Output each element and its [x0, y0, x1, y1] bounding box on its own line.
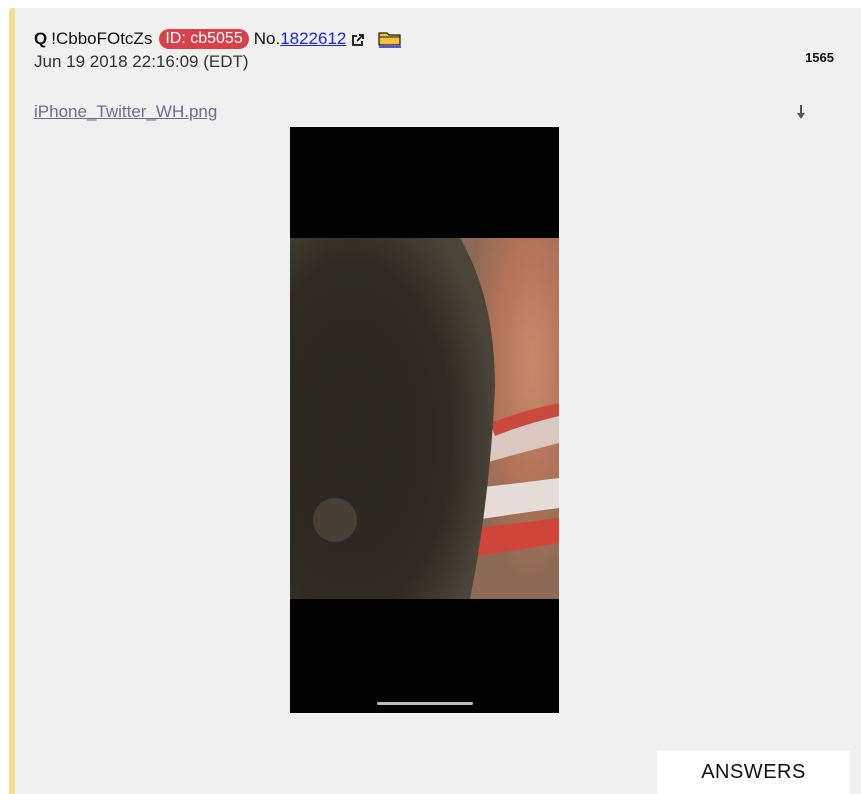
post-number-link[interactable]: 1822612: [280, 29, 346, 49]
download-icon[interactable]: [796, 104, 806, 120]
post-header: Q !CbboFOtcZs ID: cb5055 No. 1822612: [34, 29, 402, 49]
folder-icon[interactable]: [378, 30, 402, 48]
post-accent-bar: [9, 8, 15, 794]
attached-image[interactable]: [290, 127, 559, 713]
answers-button[interactable]: ANSWERS: [657, 751, 850, 794]
file-link[interactable]: iPhone_Twitter_WH.png: [34, 102, 217, 122]
external-link-icon[interactable]: [351, 32, 365, 46]
author-name: Q: [34, 29, 48, 48]
post-container: Q !CbboFOtcZs ID: cb5055 No. 1822612 Jun…: [9, 8, 861, 794]
tripcode: !CbboFOtcZs: [51, 29, 153, 48]
photo-content: [290, 238, 559, 599]
post-date: Jun 19 2018 22:16:09 (EDT): [34, 52, 249, 71]
post-count: 1565: [805, 50, 834, 65]
home-indicator: [377, 702, 473, 705]
post-number-label: No.: [253, 29, 281, 48]
id-badge[interactable]: ID: cb5055: [159, 29, 249, 49]
